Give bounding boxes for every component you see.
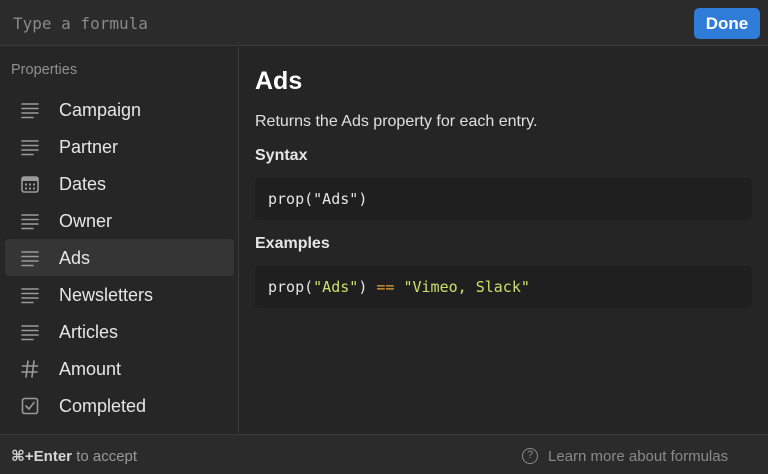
sidebar-item-owner[interactable]: Owner (5, 202, 234, 239)
checkbox-icon (19, 396, 41, 416)
properties-sidebar: Properties Campaign Partner Dates Owner Ads N… (0, 47, 239, 434)
sidebar-item-label: Owner (59, 211, 113, 231)
text-lines-icon (19, 211, 41, 231)
text-lines-icon (19, 322, 41, 342)
code-arg: "Ads" (313, 278, 359, 296)
sidebar-item-dates[interactable]: Dates (5, 165, 234, 202)
code-close: ) (358, 278, 377, 296)
example-code-block: prop("Ads") == "Vimeo, Slack" (255, 266, 752, 308)
sidebar-item-label: Completed (59, 396, 147, 416)
learn-more-label: Learn more about formulas (548, 447, 729, 465)
shortcut-key: ⌘+Enter (11, 448, 73, 465)
sidebar-item-label: Amount (59, 359, 122, 379)
footer: ⌘+Enter to accept ? Learn more about for… (0, 434, 768, 474)
property-list: Campaign Partner Dates Owner Ads Newsletters A… (5, 91, 234, 424)
doc-title: Ads (255, 67, 303, 95)
code-arg: "Ads" (313, 190, 359, 208)
text-lines-icon (19, 100, 41, 120)
sidebar-item-label: Campaign (59, 100, 142, 120)
sidebar-title: Properties (11, 62, 78, 78)
sidebar-item-newsletters[interactable]: Newsletters (5, 276, 234, 313)
help-circle-icon: ? (522, 448, 538, 464)
formula-input[interactable] (0, 0, 680, 46)
code-close: ) (358, 190, 368, 208)
sidebar-item-label: Dates (59, 174, 107, 194)
sidebar-item-partner[interactable]: Partner (5, 128, 234, 165)
sidebar-item-completed[interactable]: Completed (5, 387, 234, 424)
sidebar-item-ads[interactable]: Ads (5, 239, 234, 276)
done-button[interactable]: Done (694, 8, 760, 39)
sidebar-item-campaign[interactable]: Campaign (5, 91, 234, 128)
sidebar-item-label: Partner (59, 137, 119, 157)
sidebar-item-label: Ads (59, 248, 91, 268)
formula-bar: Done (0, 0, 768, 46)
sidebar-item-amount[interactable]: Amount (5, 350, 234, 387)
calendar-icon (19, 174, 41, 194)
code-fn: prop( (268, 190, 314, 208)
syntax-heading: Syntax (255, 147, 308, 164)
code-fn: prop( (268, 278, 314, 296)
sidebar-item-label: Newsletters (59, 285, 154, 305)
doc-panel: Ads Returns the Ads property for each en… (240, 47, 768, 434)
sidebar-item-articles[interactable]: Articles (5, 313, 234, 350)
code-operator: == (376, 278, 395, 296)
text-lines-icon (19, 137, 41, 157)
examples-heading: Examples (255, 235, 330, 252)
accept-hint: ⌘+Enter to accept (11, 447, 137, 465)
learn-more-link[interactable]: ? Learn more about formulas (522, 446, 728, 466)
text-lines-icon (19, 285, 41, 305)
syntax-code-block: prop("Ads") (255, 178, 752, 220)
text-lines-icon (19, 248, 41, 268)
shortcut-suffix: to accept (72, 448, 138, 465)
code-string: "Vimeo, Slack" (403, 278, 530, 296)
doc-description: Returns the Ads property for each entry. (255, 113, 538, 130)
hash-icon (19, 359, 41, 379)
sidebar-item-label: Articles (59, 322, 119, 342)
